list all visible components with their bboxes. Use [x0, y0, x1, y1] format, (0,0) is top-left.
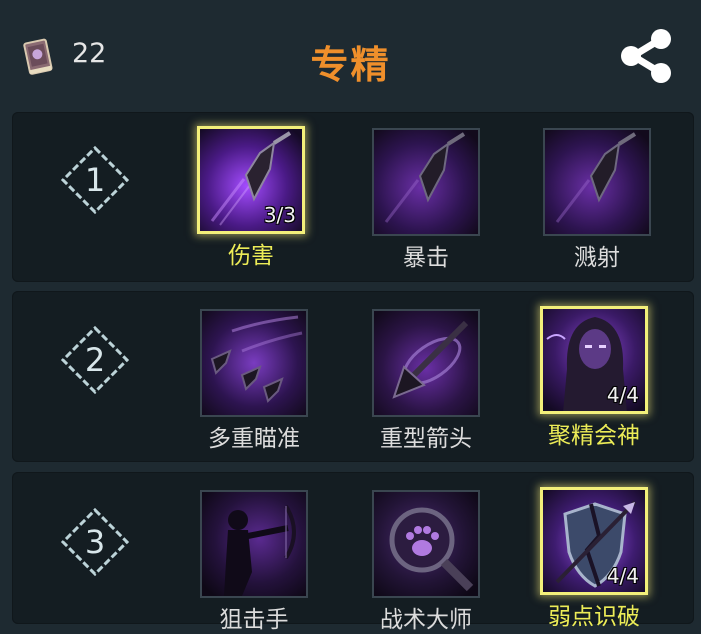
skill-tile[interactable] — [372, 309, 480, 417]
skill-tile[interactable] — [372, 490, 480, 598]
skill-name: 重型箭头 — [380, 426, 472, 452]
skill-level: 4/4 — [606, 564, 639, 588]
tier-badge-1: 1 — [60, 145, 130, 215]
tier-badge-2: 2 — [60, 325, 130, 395]
sniper-icon — [202, 492, 306, 596]
skill-name: 多重瞄准 — [208, 426, 300, 452]
tier-number: 2 — [84, 341, 106, 379]
skill-name: 战术大师 — [380, 607, 472, 633]
tier-badge-3: 3 — [60, 507, 130, 577]
skill-tile[interactable] — [200, 490, 308, 598]
skill-name: 溅射 — [574, 245, 620, 271]
skill-level: 4/4 — [606, 383, 639, 407]
skill-tile[interactable] — [200, 309, 308, 417]
multishot-icon — [202, 311, 306, 415]
paw-magnifier-icon — [374, 492, 478, 596]
tier-number: 3 — [84, 523, 106, 561]
skill-tile[interactable] — [372, 128, 480, 236]
share-icon[interactable] — [616, 28, 676, 84]
arrowhead-icon — [545, 130, 649, 234]
heavy-arrow-icon — [374, 311, 478, 415]
skill-name: 弱点识破 — [548, 604, 640, 630]
skill-level: 3/3 — [263, 203, 296, 227]
skill-tile[interactable] — [543, 128, 651, 236]
skill-name: 伤害 — [228, 243, 274, 269]
arrowhead-icon — [374, 130, 478, 234]
header: 22 专精 — [0, 0, 701, 110]
skill-name: 聚精会神 — [548, 423, 640, 449]
skill-name: 狙击手 — [219, 607, 289, 633]
skill-tile[interactable]: 4/4 — [540, 306, 648, 414]
tier-number: 1 — [84, 161, 106, 199]
skill-tile[interactable]: 4/4 — [540, 487, 648, 595]
skill-tile[interactable]: 3/3 — [197, 126, 305, 234]
page-title: 专精 — [310, 43, 391, 87]
skill-name: 暴击 — [403, 245, 449, 271]
